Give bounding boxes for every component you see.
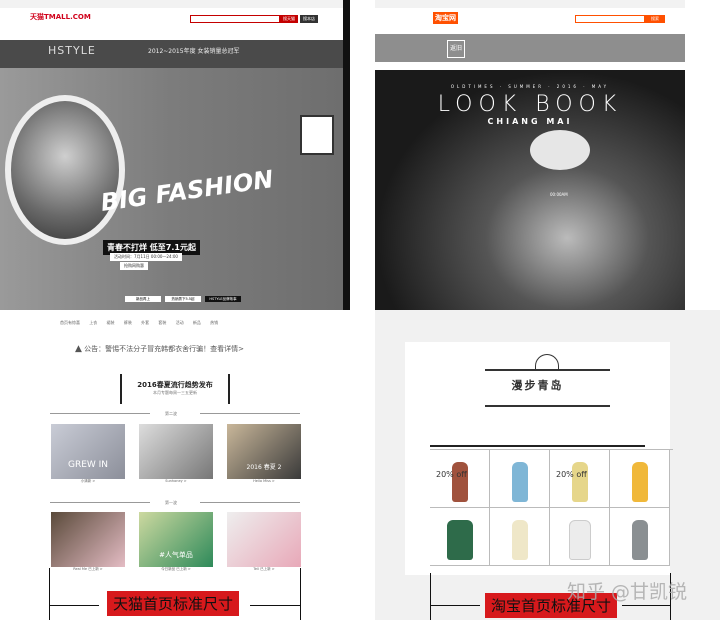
product-tile[interactable] xyxy=(550,508,610,566)
product-tile[interactable] xyxy=(490,508,550,566)
bracket-line xyxy=(49,568,50,620)
divider xyxy=(50,502,150,503)
product-tile[interactable] xyxy=(490,450,550,508)
product-tile[interactable]: 20% off xyxy=(550,450,610,508)
tmall-homepage-screenshot: 天猫TMALL.COM 搜天猫 搜本店 HSTYLE 2012~2015年度 女… xyxy=(0,0,350,620)
card-caption: Hello Miss > xyxy=(253,479,275,483)
tmall-logo[interactable]: 天猫TMALL.COM xyxy=(30,12,91,22)
product-card[interactable]: GREW IN 小清新 > xyxy=(51,424,125,484)
shop-nav[interactable]: 首页有惊喜 上衣 裙装 裤装 外套 套装 活动 新品 热销 xyxy=(60,320,300,326)
top-bar xyxy=(0,0,343,8)
product-card[interactable]: 2016 春夏 2 Hello Miss > xyxy=(227,424,301,483)
discount-label: 20% off xyxy=(556,470,587,479)
side-toolbar[interactable] xyxy=(343,0,350,310)
product-tile[interactable] xyxy=(430,508,490,566)
bracket-line xyxy=(49,605,99,606)
section-subtitle: 本月专题每周一三五更新 xyxy=(153,390,197,395)
bracket-line xyxy=(430,573,431,620)
lookbook-subtitle: OLDTIMES · SUMMER · 2016 · MAY xyxy=(450,84,610,89)
divider xyxy=(430,445,645,447)
search-shop-button[interactable]: 搜本店 xyxy=(300,15,318,23)
product-tile[interactable] xyxy=(610,450,670,508)
banner-button[interactable]: 新品再上 xyxy=(125,296,161,302)
card-image xyxy=(227,512,301,567)
bracket-line xyxy=(250,605,300,606)
search-input[interactable] xyxy=(190,15,280,23)
product-card[interactable]: Real Me 已上新 > xyxy=(51,512,125,572)
section-title: 2016春夏流行趋势发布 xyxy=(137,381,213,389)
card-caption: 今日新品 已上新 > xyxy=(161,567,191,571)
lookbook-title: LOOK BOOK xyxy=(437,92,623,117)
brand-name: HSTYLE xyxy=(48,44,96,57)
content-panel: 漫步青岛 20% off 20% off xyxy=(405,342,673,575)
search-button[interactable]: 搜索 xyxy=(645,15,665,23)
banner-button[interactable]: 热销男下5.5起 xyxy=(165,296,201,302)
product-tile[interactable] xyxy=(610,508,670,566)
card-image xyxy=(51,512,125,567)
city-title: CHIANG MAI xyxy=(487,117,573,126)
promo-time: 活动时间：7月11日 00:00—24:00 xyxy=(110,253,182,261)
promo-link[interactable]: 抢购网购惠 xyxy=(120,262,148,270)
notice-text: 警惕不法分子冒充韩都衣舍行骗！查看详情> xyxy=(105,345,245,353)
card-caption: Real Me 已上新 > xyxy=(73,567,103,571)
divider-label: 第一波 xyxy=(165,500,177,505)
card-caption: Sunhoney > xyxy=(165,479,187,483)
warning-icon: ▲ xyxy=(75,344,82,354)
bracket-line xyxy=(430,605,480,606)
search-input[interactable] xyxy=(575,15,645,23)
product-card[interactable]: #人气单品 今日新品 已上新 > xyxy=(139,512,213,572)
sketch-icon xyxy=(535,354,559,370)
panel-title: 漫步青岛 xyxy=(511,379,564,392)
card-image xyxy=(139,424,213,479)
notice[interactable]: ▲ 公告：警惕不法分子冒充韩都衣舍行骗！查看详情> xyxy=(75,344,244,354)
product-card[interactable]: Sunhoney > xyxy=(139,424,213,483)
model-photo xyxy=(5,95,125,245)
divider xyxy=(485,405,610,407)
card-image: #人气单品 xyxy=(139,512,213,567)
shop-header xyxy=(375,34,685,62)
model-hat xyxy=(530,130,590,170)
divider-label: 第二波 xyxy=(165,411,177,416)
top-bar xyxy=(375,0,685,8)
card-image: 2016 春夏 2 xyxy=(227,424,301,479)
banner-time: 00:00AM xyxy=(550,192,568,197)
bracket-line xyxy=(300,568,301,620)
card-image: GREW IN xyxy=(51,424,125,479)
award-text: 2012~2015年度 女装销量总冠军 xyxy=(148,48,240,55)
product-card[interactable]: Tell 已上新 > xyxy=(227,512,301,572)
product-grid: 20% off 20% off xyxy=(430,449,673,567)
search-tmall-button[interactable]: 搜天猫 xyxy=(280,15,298,23)
product-tile[interactable]: 20% off xyxy=(430,450,490,508)
watermark: 知乎 @甘凯锐 xyxy=(567,581,688,603)
qr-code-icon xyxy=(300,115,334,155)
card-caption: 小清新 > xyxy=(80,479,96,483)
divider xyxy=(50,413,150,414)
divider xyxy=(200,413,300,414)
bracket-line xyxy=(622,605,670,606)
taobao-logo[interactable]: 淘宝网 xyxy=(433,12,458,24)
taobao-homepage-screenshot: 淘宝网 搜索 返旧 OLDTIMES · SUMMER · 2016 · MAY… xyxy=(375,0,720,620)
banner-button[interactable]: HSTYLE品牌故事 xyxy=(205,296,241,302)
notice-label: 公告： xyxy=(84,345,106,353)
divider xyxy=(200,502,300,503)
tmall-size-label: 天猫首页标准尺寸 xyxy=(107,591,240,616)
card-caption: Tell 已上新 > xyxy=(253,567,275,571)
section-title-box: 2016春夏流行趋势发布 本月专题每周一三五更新 xyxy=(120,374,230,404)
discount-label: 20% off xyxy=(436,470,467,479)
shop-logo[interactable]: 返旧 xyxy=(447,40,465,58)
